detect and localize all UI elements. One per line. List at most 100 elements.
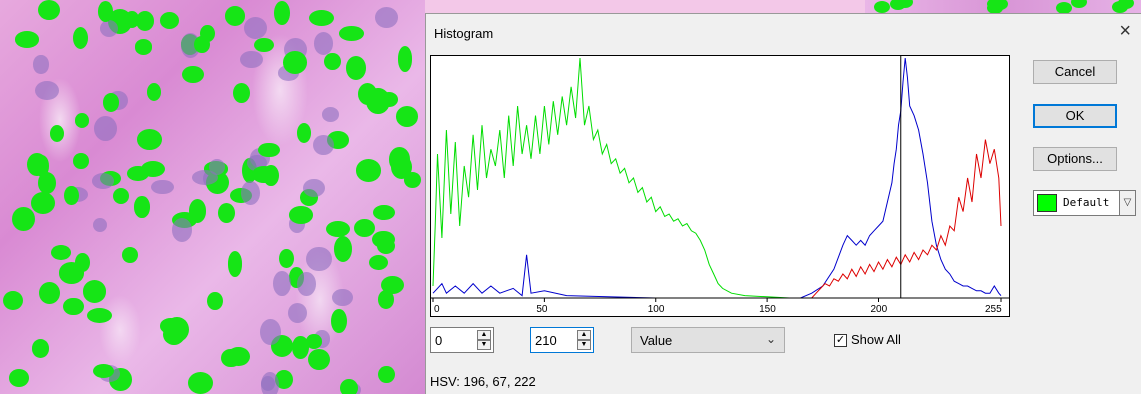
nucleus-mark [889, 0, 906, 10]
high-value-input[interactable] [531, 328, 577, 352]
nucleus-mark [64, 185, 79, 206]
nucleus-mark [338, 26, 365, 42]
channel-select-value: Value [640, 333, 673, 348]
spin-down-icon[interactable]: ▼ [577, 340, 591, 350]
nucleus-mark [51, 245, 72, 261]
cell-mark [260, 319, 281, 346]
nucleus-mark [15, 31, 40, 48]
nucleus-mark [112, 188, 129, 205]
cell-mark [35, 81, 59, 100]
nucleus-mark [254, 38, 274, 53]
nucleus-mark [297, 123, 312, 143]
nucleus-mark [136, 129, 163, 151]
nucleus-mark [309, 9, 335, 26]
show-all-label[interactable]: Show All [851, 332, 901, 347]
cell-mark [322, 107, 340, 123]
nucleus-mark [182, 66, 204, 84]
cell-mark [297, 271, 317, 297]
cell-mark [92, 217, 108, 232]
nucleus-mark [159, 12, 179, 29]
nucleus-mark [288, 206, 313, 224]
nucleus-mark [355, 159, 381, 182]
nucleus-mark [226, 346, 250, 367]
nucleus-mark [1112, 0, 1129, 13]
nucleus-mark [50, 125, 65, 143]
nucleus-mark [279, 249, 294, 268]
nucleus-mark [127, 165, 149, 182]
color-select-value: Default [1063, 196, 1110, 209]
color-select[interactable]: Default ▽ [1033, 190, 1136, 216]
nucleus-mark [72, 27, 88, 50]
nucleus-mark [38, 0, 61, 20]
nucleus-mark [146, 82, 161, 101]
nucleus-mark [31, 191, 55, 214]
nucleus-mark [233, 82, 251, 104]
spin-up-icon[interactable]: ▲ [577, 330, 591, 340]
nucleus-mark [308, 348, 331, 370]
nucleus-mark [134, 39, 153, 55]
nucleus-mark [165, 317, 189, 343]
cell-mark [272, 271, 291, 296]
microscopy-image-strip [865, 0, 1141, 14]
nucleus-mark [39, 282, 60, 305]
nucleus-mark [227, 251, 243, 277]
x-tick-label: 0 [434, 304, 440, 315]
nucleus-mark [37, 172, 56, 194]
close-icon[interactable]: × [1119, 20, 1131, 43]
cell-mark [261, 372, 279, 394]
cell-mark [171, 218, 192, 242]
nucleus-mark [873, 0, 890, 13]
nucleus-mark [397, 46, 413, 72]
histogram-series-1 [432, 57, 1002, 299]
spin-up-icon[interactable]: ▲ [477, 330, 491, 340]
histogram-dialog: Histogram × 0 50 100 150 200 255 Cancel OK Op… [425, 13, 1141, 394]
nucleus-mark [82, 280, 106, 303]
microscopy-image [0, 0, 425, 394]
histogram-svg: 0 50 100 150 200 255 [431, 56, 1009, 315]
nucleus-mark [121, 247, 138, 263]
low-value-input[interactable] [431, 328, 477, 352]
nucleus-mark [263, 165, 279, 187]
nucleus-mark [326, 220, 350, 237]
nucleus-mark [378, 290, 394, 309]
nucleus-mark [395, 106, 419, 128]
nucleus-mark [218, 203, 236, 224]
channel-select[interactable]: Value ⌄ [631, 327, 785, 353]
nucleus-mark [258, 142, 280, 158]
nucleus-mark [11, 206, 35, 231]
nucleus-mark [134, 196, 150, 218]
cell-mark [306, 246, 332, 271]
high-value-spinner: ▲ ▼ [530, 327, 594, 353]
nucleus-mark [187, 372, 213, 394]
options-button[interactable]: Options... [1033, 147, 1117, 171]
nucleus-mark [3, 291, 24, 311]
nucleus-mark [207, 292, 223, 310]
nucleus-mark [87, 307, 113, 324]
nucleus-mark [97, 1, 113, 22]
nucleus-mark [225, 6, 246, 26]
nucleus-mark [74, 113, 89, 128]
cell-mark [151, 179, 174, 195]
nucleus-mark [188, 198, 207, 223]
histogram-plot[interactable]: 0 50 100 150 200 255 [430, 55, 1010, 317]
ok-button[interactable]: OK [1033, 104, 1117, 128]
chevron-down-icon[interactable]: ▽ [1119, 191, 1135, 215]
nucleus-mark [283, 51, 307, 75]
x-tick-label: 50 [536, 304, 548, 315]
nucleus-mark [345, 56, 367, 81]
nucleus-mark [1055, 1, 1072, 14]
nucleus-mark [331, 308, 347, 333]
x-tick-label: 150 [759, 304, 776, 315]
nucleus-mark [194, 35, 210, 53]
nucleus-mark [373, 204, 395, 221]
spin-down-icon[interactable]: ▼ [477, 340, 491, 350]
nucleus-mark [73, 153, 89, 169]
cancel-button[interactable]: Cancel [1033, 60, 1117, 84]
cell-mark [93, 116, 118, 142]
histogram-series-0 [432, 57, 1001, 299]
nucleus-mark [58, 262, 85, 284]
show-all-checkbox[interactable]: ✓ [834, 334, 847, 347]
nucleus-mark [377, 238, 396, 255]
nucleus-mark [292, 335, 309, 360]
cell-mark [243, 16, 267, 39]
